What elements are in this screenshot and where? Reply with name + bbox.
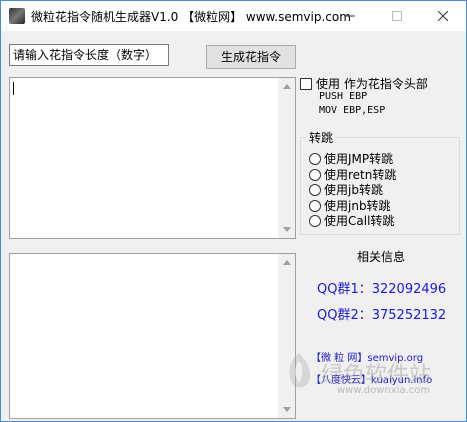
qq-group-1: QQ群1：322092496	[317, 282, 447, 297]
radio-jb[interactable]: 使用jb转跳	[309, 181, 383, 198]
info-title: 相关信息	[356, 250, 405, 264]
length-input[interactable]: 请输入花指令长度（数字）	[9, 44, 169, 66]
qq-group-2: QQ群2：375252132	[317, 308, 447, 323]
radio-button[interactable]	[309, 214, 321, 227]
jump-groupbox: 转跳 使用JMP转跳 使用retn转跳 使用jb转跳 使用jnb转跳 使用Cal…	[300, 129, 460, 235]
header-checkbox[interactable]	[300, 77, 312, 90]
text-caret	[13, 82, 14, 95]
scroll-up-icon[interactable]	[278, 78, 295, 95]
code-line-push: PUSH EBP	[319, 91, 368, 102]
radio-button[interactable]	[309, 183, 321, 196]
generate-button[interactable]: 生成花指令	[206, 45, 296, 69]
radio-label: 使用Call转跳	[324, 214, 395, 228]
output-textarea-bottom[interactable]	[9, 253, 296, 419]
header-checkbox-label: 使用 作为花指令头部	[316, 77, 428, 91]
scroll-down-icon[interactable]	[278, 401, 295, 418]
radio-label: 使用jb转跳	[324, 183, 383, 197]
app-icon	[9, 8, 25, 24]
minimize-icon	[345, 15, 355, 17]
output-textarea-top[interactable]	[9, 77, 296, 239]
radio-call[interactable]: 使用Call转跳	[309, 212, 394, 229]
watermark-logo-icon	[289, 353, 310, 388]
jump-group-title: 转跳	[307, 129, 336, 146]
close-button[interactable]	[420, 1, 466, 31]
scrollbar-top[interactable]	[278, 78, 295, 238]
minimize-button[interactable]	[327, 1, 373, 31]
radio-button[interactable]	[309, 168, 321, 181]
maximize-button[interactable]	[374, 1, 420, 31]
app-window: 微粒花指令随机生成器V1.0 【微粒网】 www.semvip.com 请输入花…	[0, 0, 467, 422]
code-line-mov: MOV EBP,ESP	[319, 105, 386, 116]
radio-label: 使用JMP转跳	[324, 152, 394, 166]
scroll-down-icon[interactable]	[278, 221, 295, 238]
radio-button[interactable]	[309, 199, 321, 212]
window-title: 微粒花指令随机生成器V1.0 【微粒网】 www.semvip.com	[31, 9, 351, 24]
maximize-icon	[392, 11, 402, 21]
scrollbar-bottom[interactable]	[278, 254, 295, 418]
radio-jmp[interactable]: 使用JMP转跳	[309, 150, 393, 167]
radio-button[interactable]	[309, 152, 321, 165]
close-icon	[438, 11, 448, 21]
watermark-url: www.downxia.com	[337, 385, 431, 396]
title-bar[interactable]: 微粒花指令随机生成器V1.0 【微粒网】 www.semvip.com	[1, 1, 466, 31]
scroll-up-icon[interactable]	[278, 254, 295, 271]
header-option[interactable]: 使用 作为花指令头部	[300, 75, 428, 92]
